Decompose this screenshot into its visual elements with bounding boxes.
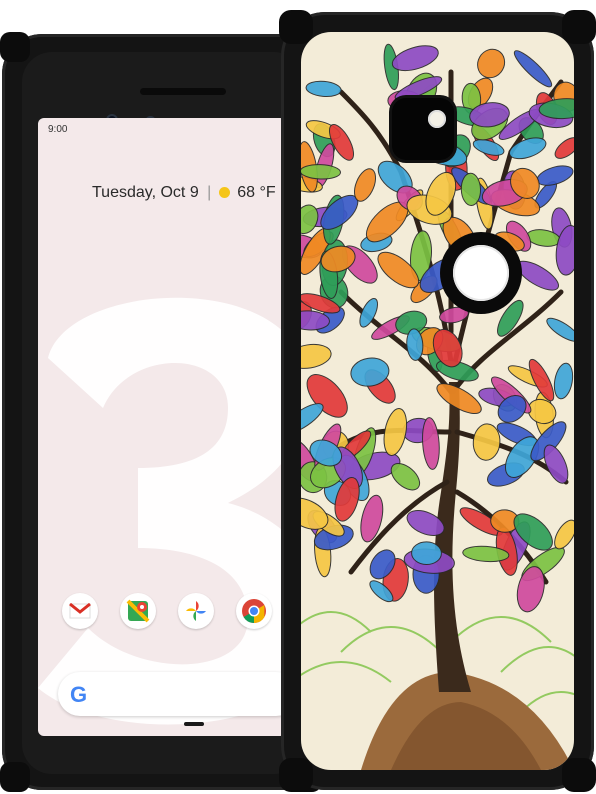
google-search-bar[interactable]: G <box>58 672 286 716</box>
temperature-label: 68 °F <box>237 184 276 201</box>
chrome-icon[interactable] <box>236 593 272 629</box>
app-dock <box>62 593 272 641</box>
tree-leaf <box>553 362 574 400</box>
case-bumper-corner <box>279 10 313 44</box>
status-bar-time: 9:00 <box>48 124 68 135</box>
separator: | <box>207 184 212 201</box>
fingerprint-sensor-ring <box>440 232 522 314</box>
earpiece-speaker <box>140 88 226 95</box>
tree-leaf <box>546 317 574 342</box>
phone-screen: 9:00 Tuesday, Oct 9 | 68 °F G <box>38 118 286 736</box>
sun-icon <box>218 187 230 198</box>
front-phone-case: 9:00 Tuesday, Oct 9 | 68 °F G <box>0 32 322 792</box>
tree-leaf <box>411 541 442 566</box>
wallpaper-three-graphic <box>38 297 286 725</box>
tree-leaf <box>472 423 501 461</box>
tree-leaf <box>301 343 332 369</box>
fingerprint-sensor <box>453 245 509 301</box>
tree-leaf <box>554 137 574 159</box>
case-bumper-corner <box>562 10 596 44</box>
back-phone-case <box>279 10 596 792</box>
case-bumper-corner <box>0 32 30 62</box>
tree-leaf <box>305 80 342 98</box>
at-a-glance-widget[interactable]: Tuesday, Oct 9 | 68 °F <box>92 184 276 202</box>
tree-artwork <box>301 32 574 770</box>
photos-icon[interactable] <box>178 593 214 629</box>
date-label: Tuesday, Oct 9 <box>92 184 199 201</box>
gmail-icon[interactable] <box>62 593 98 629</box>
tree-leaf <box>422 417 440 470</box>
google-logo: G <box>70 682 88 707</box>
camera-flash <box>428 110 446 128</box>
tree-leaf <box>460 172 482 206</box>
case-bumper-corner <box>279 758 313 792</box>
tree-leaf <box>383 408 408 456</box>
case-bumper-corner <box>562 758 596 792</box>
maps-icon[interactable] <box>120 593 156 629</box>
rear-camera-window <box>392 98 454 160</box>
tree-leaf <box>477 48 506 79</box>
case-bumper-corner <box>0 762 30 792</box>
home-nav-pill[interactable] <box>184 722 204 726</box>
product-photo: 9:00 Tuesday, Oct 9 | 68 °F G <box>0 0 596 794</box>
tree-leaf <box>513 50 553 88</box>
tree-leaf <box>554 519 574 550</box>
